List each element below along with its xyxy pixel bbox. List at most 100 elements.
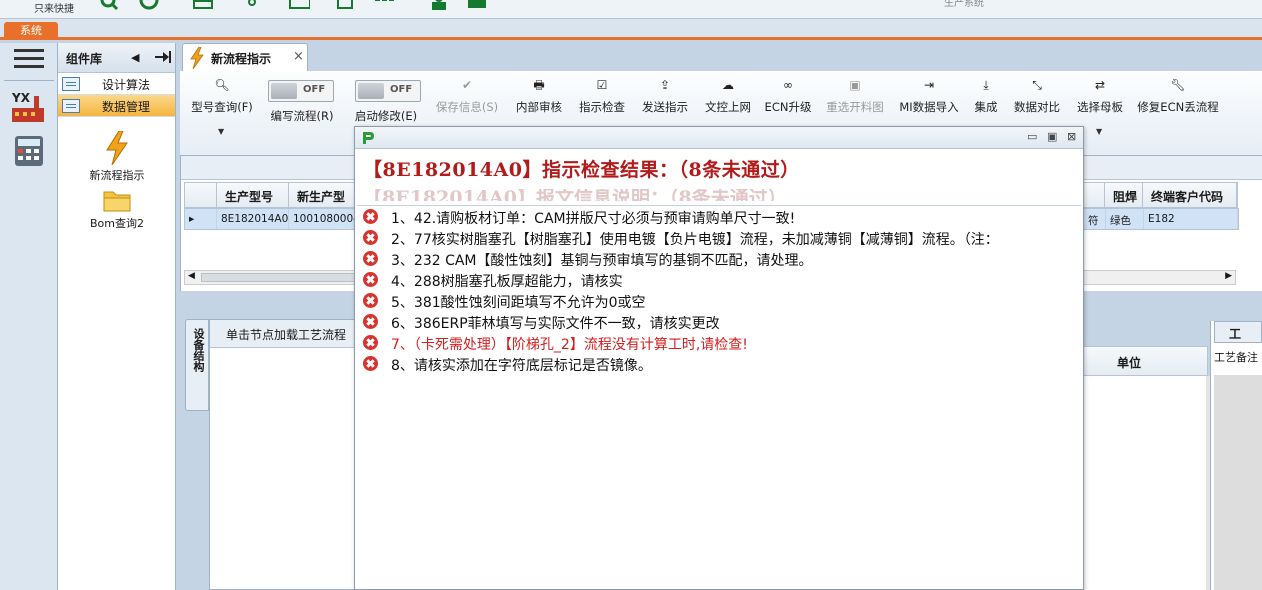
category-label: 数据管理 bbox=[102, 100, 151, 114]
internal-review-button[interactable]: 🖶︎ 内部审核 bbox=[510, 77, 568, 115]
minimize-icon[interactable]: ▭ bbox=[1027, 130, 1037, 143]
table-row[interactable]: ▸ 8E182014A0 10010800045 bbox=[184, 208, 370, 230]
film-icon[interactable] bbox=[288, 0, 310, 12]
maximize-icon[interactable]: ▣ bbox=[1047, 130, 1057, 143]
instruction-check-button[interactable]: ☑ 指示检查 bbox=[573, 77, 631, 115]
process-note-body bbox=[1214, 375, 1262, 590]
chevron-down-icon[interactable]: ▼ bbox=[218, 127, 224, 136]
sign-in-icon: ⇥ bbox=[923, 78, 935, 92]
list-item[interactable]: 1、42.请购板材订单：CAM拼版尺寸必须与预审请购单尺寸一致! bbox=[357, 206, 1081, 227]
apps-icon[interactable] bbox=[374, 0, 396, 12]
binoculars-icon: ∞ bbox=[783, 78, 793, 92]
svg-text:YX: YX bbox=[11, 91, 31, 105]
scroll-left-icon[interactable]: ◀ bbox=[188, 271, 195, 281]
toggle-state: OFF bbox=[390, 84, 413, 95]
start-modify-toggle[interactable]: OFF bbox=[355, 80, 421, 102]
factory-icon[interactable]: YX bbox=[10, 90, 46, 124]
folder-icon bbox=[103, 191, 131, 212]
write-flow-toggle[interactable]: OFF bbox=[268, 80, 334, 102]
cell-solder-mask[interactable]: 绿色 bbox=[1106, 209, 1144, 229]
list-item[interactable]: 2、77核实树脂塞孔【树脂塞孔】使用电镀【负片电镀】流程，未加减薄铜【减薄铜】流… bbox=[357, 227, 1081, 248]
shuffle-icon: ⇄ bbox=[1094, 78, 1106, 92]
column-header[interactable]: 生产型号 bbox=[217, 183, 289, 207]
chevron-down-icon[interactable]: ▼ bbox=[1096, 127, 1102, 136]
ecn-upgrade-button[interactable]: ∞ ECN升级 bbox=[762, 77, 814, 115]
list-item[interactable]: 8、请核实添加在字符底层标记是否镜像。 bbox=[357, 353, 1081, 374]
send-instruction-button[interactable]: ⇪ 发送指示 bbox=[636, 77, 694, 115]
scissors-icon[interactable] bbox=[246, 0, 268, 12]
ribbon-button-label: 数据对比 bbox=[1014, 100, 1060, 114]
reselect-cutting-chart-button[interactable]: ▣ 重选开料图 bbox=[820, 77, 890, 115]
category-design-algorithm[interactable]: 设计算法 bbox=[58, 73, 175, 95]
list-item[interactable]: 5、381酸性蚀刻间距填写不允许为0或空 bbox=[357, 290, 1081, 311]
close-icon[interactable]: ⊠ bbox=[1067, 130, 1076, 143]
tool-new-flow-instruction[interactable]: 新流程指示 bbox=[62, 131, 172, 183]
calculator-icon[interactable] bbox=[14, 135, 44, 167]
column-header[interactable]: 阻焊 bbox=[1105, 183, 1143, 207]
app-logo-icon bbox=[363, 132, 374, 144]
list-item-blocking[interactable]: 7、（卡死需处理）【阶梯孔_2】流程没有计算工时,请检查! bbox=[357, 332, 1081, 353]
list-item[interactable]: 6、386ERP菲林填写与实际文件不一致，请核实更改 bbox=[357, 311, 1081, 332]
row-indicator: ▸ bbox=[185, 209, 217, 229]
list-item[interactable]: 4、288树脂塞孔板厚超能力，请核实 bbox=[357, 269, 1081, 290]
data-compare-button[interactable]: ⤡ 数据对比 bbox=[1009, 77, 1065, 115]
cell-end-customer-code[interactable]: E182 bbox=[1144, 209, 1238, 229]
tool-bom-query[interactable]: Bom查询2 bbox=[62, 187, 172, 231]
error-icon bbox=[363, 209, 378, 224]
list-item[interactable]: 3、232 CAM【酸性蚀刻】基铜与预审填写的基铜不匹配，请处理。 bbox=[357, 248, 1081, 269]
select-master-board-button[interactable]: ⇄ 选择母板 bbox=[1072, 77, 1128, 115]
error-icon bbox=[363, 356, 378, 371]
model-query-label: 型号查询(F) bbox=[191, 100, 253, 114]
tab-system[interactable]: 系统 bbox=[4, 22, 58, 40]
checkbox-icon: ☑ bbox=[596, 78, 608, 92]
save-info-button[interactable]: ✔ 保存信息(S) bbox=[430, 77, 504, 115]
component-panel-title: 组件库 bbox=[66, 52, 103, 66]
wrench-icon: 🔧︎ bbox=[1170, 78, 1186, 92]
check-icon: ✔ bbox=[461, 78, 473, 92]
cell-production-model[interactable]: 8E182014A0 bbox=[217, 209, 289, 229]
tab-device-structure[interactable]: 设备结构 bbox=[185, 319, 209, 411]
collapse-left-icon[interactable]: ◀ bbox=[131, 51, 139, 64]
component-panel: 组件库 ◀ 设计算法 数据管理 新流程指示 Bom查询2 bbox=[58, 43, 176, 590]
error-icon bbox=[363, 251, 378, 266]
write-flow-label: 编写流程(R) bbox=[270, 109, 334, 123]
category-label: 设计算法 bbox=[102, 78, 151, 92]
scroll-right-icon[interactable]: ▶ bbox=[1225, 271, 1232, 281]
grid-icon[interactable] bbox=[192, 0, 214, 12]
user-icon[interactable] bbox=[428, 0, 450, 12]
tab-label: 新流程指示 bbox=[211, 52, 272, 66]
error-icon bbox=[363, 230, 378, 245]
repair-ecn-lost-flow-button[interactable]: 🔧︎ 修复ECN丢流程 bbox=[1134, 77, 1222, 115]
column-header[interactable]: 终端客户代码 bbox=[1143, 183, 1237, 207]
cell[interactable]: 符 bbox=[1084, 209, 1106, 229]
tab-process[interactable]: 工 bbox=[1214, 321, 1262, 343]
column-header-unit[interactable]: 单位 bbox=[1082, 346, 1208, 376]
menu-icon[interactable] bbox=[14, 49, 44, 71]
tab-new-flow-instruction[interactable]: 新流程指示 × bbox=[182, 43, 308, 71]
copy-icon[interactable] bbox=[334, 0, 356, 12]
lightning-icon bbox=[190, 47, 204, 69]
mi-data-import-button[interactable]: ⇥ MI数据导入 bbox=[894, 77, 964, 115]
unit-column-body bbox=[1082, 376, 1208, 590]
error-icon bbox=[363, 335, 378, 350]
instruction-check-result-dialog: ▭ ▣ ⊠ 【8E182014A0】指示检查结果：（8条未通过） 【8E1820… bbox=[354, 126, 1084, 590]
ribbon-button-label: 选择母板 bbox=[1077, 100, 1123, 114]
integration-button[interactable]: ⤓ 集成 bbox=[968, 77, 1004, 115]
lifebuoy-icon[interactable] bbox=[138, 0, 160, 12]
model-query-button[interactable]: 🔍︎ 型号查询(F) bbox=[186, 77, 258, 115]
dialog-header: 【8E182014A0】指示检查结果：（8条未通过） 【8E182014A0】报… bbox=[355, 149, 1083, 207]
tree-hint[interactable]: 单击节点加载工艺流程 bbox=[210, 320, 355, 348]
doc-control-online-button[interactable]: ☁ 文控上网 bbox=[699, 77, 757, 115]
category-data-management[interactable]: 数据管理 bbox=[58, 95, 175, 117]
left-icon-rail: YX bbox=[0, 43, 58, 590]
monitor-icon[interactable] bbox=[466, 0, 488, 12]
result-text: 6、386ERP菲林填写与实际文件不一致，请核实更改 bbox=[391, 316, 720, 332]
table-row[interactable]: 符 绿色 E182 bbox=[1083, 208, 1239, 230]
ribbon-button-label: 集成 bbox=[974, 100, 998, 114]
ribbon-button-label: 修复ECN丢流程 bbox=[1137, 100, 1219, 114]
search-icon[interactable] bbox=[98, 0, 120, 12]
component-panel-header: 组件库 ◀ bbox=[58, 43, 175, 73]
grid-header-right: 阻焊 终端客户代码 bbox=[1083, 182, 1238, 208]
close-icon[interactable]: × bbox=[293, 49, 304, 64]
pin-panel-icon[interactable] bbox=[154, 50, 172, 64]
